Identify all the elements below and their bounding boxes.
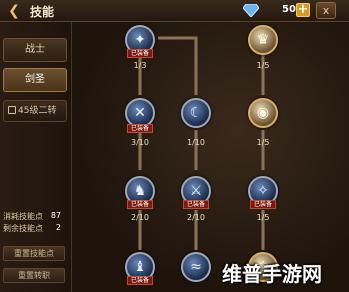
skill-level: 1/3	[133, 61, 147, 70]
skill-level: 3/10	[131, 138, 149, 147]
stat-used-points: 消耗技能点 87	[3, 211, 63, 222]
add-currency-button[interactable]: +	[296, 3, 310, 17]
skill-glyph: ☾	[189, 105, 203, 121]
stat-value: 87	[50, 211, 61, 220]
skill-node[interactable]: ♛	[248, 25, 278, 55]
sidebar: 战士 剑圣 45级二转 消耗技能点 87 剩余技能点 2 重置技能点 重置转职	[0, 22, 72, 292]
watermark: 维普手游网	[222, 262, 322, 286]
class-tab-warrior[interactable]: 战士	[3, 38, 67, 62]
stat-label: 剩余技能点	[3, 224, 43, 233]
skill-level: 2/10	[131, 213, 149, 222]
reset-job-button[interactable]: 重置转职	[3, 268, 65, 283]
reset-skill-points-button[interactable]: 重置技能点	[3, 246, 65, 261]
locked-class-label: 45级二转	[18, 106, 57, 116]
skill-node[interactable]: ☾	[181, 98, 211, 128]
top-bar: ❮ 技能 50 + x	[0, 0, 349, 22]
equipped-badge: 已装备	[127, 276, 153, 285]
locked-class-button[interactable]: 45级二转	[3, 100, 67, 122]
stat-remaining-points: 剩余技能点 2	[3, 223, 63, 234]
back-arrow-icon[interactable]: ❮	[4, 3, 24, 19]
class-tab-swordmaster[interactable]: 剑圣	[3, 68, 67, 92]
skill-level: 1/5	[256, 213, 270, 222]
skill-level: 1/10	[187, 138, 205, 147]
skill-level: 1/5	[256, 61, 270, 70]
equipped-badge: 已装备	[183, 200, 209, 209]
lock-icon	[8, 106, 16, 114]
equipped-badge: 已装备	[250, 200, 276, 209]
skill-glyph: ◉	[256, 105, 270, 121]
equipped-badge: 已装备	[127, 200, 153, 209]
stat-value: 2	[55, 223, 61, 232]
skill-glyph: ✕	[134, 105, 146, 121]
stat-label: 消耗技能点	[3, 212, 43, 221]
skill-glyph: ≈	[190, 259, 202, 275]
page-title: 技能	[30, 5, 55, 19]
skill-tree-panel	[72, 22, 349, 292]
equipped-badge: 已装备	[127, 49, 153, 58]
equipped-badge: 已装备	[127, 124, 153, 133]
skill-level: 1/5	[256, 138, 270, 147]
skill-node[interactable]: ◉	[248, 98, 278, 128]
skill-glyph: ♛	[256, 32, 270, 48]
close-button[interactable]: x	[316, 2, 336, 19]
skill-level: 2/10	[187, 213, 205, 222]
skill-node[interactable]: ≈	[181, 252, 211, 282]
diamond-icon	[243, 4, 259, 17]
currency-count: 50	[282, 4, 296, 15]
